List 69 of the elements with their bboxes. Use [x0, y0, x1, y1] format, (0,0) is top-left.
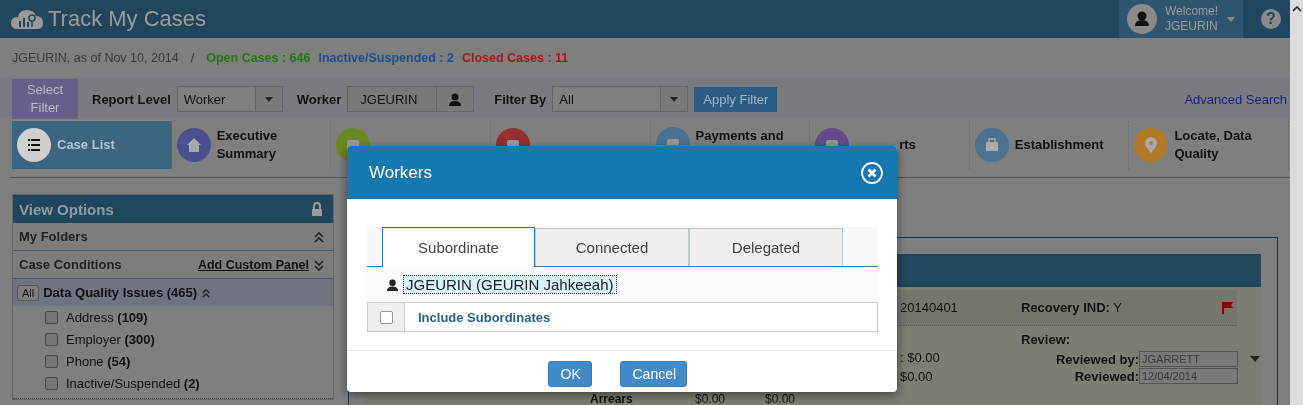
- amount-text: : $0.00: [900, 350, 941, 365]
- dialog-button[interactable]: OK: [547, 361, 592, 387]
- close-icon[interactable]: [861, 161, 883, 184]
- help-icon[interactable]: ?: [1261, 9, 1281, 29]
- filter-option-label: Address (109): [66, 309, 148, 325]
- select-filter-button[interactable]: Select Filter: [12, 79, 78, 119]
- case-count: Closed Cases : 11: [461, 51, 569, 65]
- person-icon: [449, 92, 462, 106]
- review-title: Review:: [1021, 332, 1072, 349]
- avatar-icon: [1127, 4, 1157, 34]
- view-options-header: View Options: [13, 195, 333, 223]
- app-title: Track My Cases: [48, 6, 207, 32]
- reviewed-by-field[interactable]: JGARRETT: [1139, 351, 1238, 367]
- user-menu[interactable]: Welcome! JGEURIN: [1119, 0, 1243, 38]
- separator-text: /: [190, 51, 195, 65]
- filter-by-select[interactable]: All: [552, 86, 689, 112]
- worker-label: Worker: [296, 91, 342, 107]
- filter-option-label: Phone (54): [66, 353, 131, 369]
- group-header[interactable]: All Data Quality Issues (465): [13, 279, 333, 306]
- nav-tab[interactable]: Establishment: [969, 121, 1130, 169]
- scroll-up-icon[interactable]: [1291, 6, 1302, 12]
- arrears-label: Arrears: [590, 393, 634, 405]
- include-subordinates-label: Include Subordinates: [418, 309, 551, 325]
- dialog-tab[interactable]: Connected: [535, 228, 689, 266]
- lock-icon: [311, 202, 323, 216]
- nav-tab[interactable]: Case List: [12, 121, 172, 169]
- report-level-label: Report Level: [92, 91, 171, 107]
- report-level-select[interactable]: Worker: [176, 86, 283, 112]
- checkbox[interactable]: [45, 310, 58, 324]
- reviewed-date-field[interactable]: 12/04/2014: [1139, 368, 1238, 384]
- dialog-tab[interactable]: Delegated: [689, 228, 843, 266]
- nav-tab[interactable]: Locate, Data Quality: [1129, 121, 1289, 169]
- arrears-value: $0.00: [695, 393, 727, 405]
- checkbox[interactable]: [45, 332, 58, 346]
- person-icon: [387, 278, 398, 291]
- cloud-chart-logo-icon: [10, 7, 44, 31]
- reviewed-label: Reviewed:: [1074, 368, 1139, 384]
- caret-icon: [670, 96, 679, 102]
- checkbox[interactable]: [45, 354, 58, 368]
- caret-icon: [1227, 16, 1235, 22]
- filter-by-label: Filter By: [494, 91, 547, 107]
- nav-tab[interactable]: Executive Summary: [171, 121, 332, 169]
- worker-field[interactable]: JGEURIN: [347, 86, 438, 112]
- chevron-icon: [201, 287, 212, 298]
- filter-option-label: Employer (300): [66, 331, 155, 347]
- person-button[interactable]: [437, 86, 475, 112]
- dialog-title: Workers: [369, 162, 432, 183]
- chevron-icon: [313, 258, 325, 271]
- caret-icon: [264, 96, 273, 102]
- checkbox[interactable]: [379, 310, 393, 324]
- amount-text: $0.00: [900, 369, 934, 384]
- case-id-text: 20140401: [900, 300, 959, 315]
- case-count: Inactive/Suspended : 2: [318, 51, 454, 65]
- reviewed-by-label: Reviewed by:: [1055, 351, 1139, 367]
- chevron-icon: [313, 230, 325, 243]
- caret-icon[interactable]: [1250, 356, 1260, 362]
- as-of-text: JGEURIN, as of Nov 10, 2014: [12, 51, 179, 65]
- worker-tree-item[interactable]: JGEURIN (GEURIN Jahkeeah): [403, 275, 617, 294]
- filter-option-label: Inactive/Suspended (2): [66, 375, 200, 391]
- recovery-text: Recovery IND: Y: [1021, 300, 1123, 315]
- apply-filter-button[interactable]: Apply Filter: [694, 86, 778, 112]
- dialog-tab[interactable]: Subordinate: [382, 227, 535, 267]
- checkbox[interactable]: [45, 376, 58, 390]
- add-custom-panel-link[interactable]: Add Custom Panel: [197, 257, 309, 272]
- dialog-button[interactable]: Cancel: [619, 361, 687, 387]
- scrollbar[interactable]: [1290, 0, 1303, 405]
- arrears-value: $0.00: [765, 393, 797, 405]
- case-count: Open Cases : 646: [206, 51, 311, 65]
- advanced-search-link[interactable]: Advanced Search: [1184, 91, 1287, 107]
